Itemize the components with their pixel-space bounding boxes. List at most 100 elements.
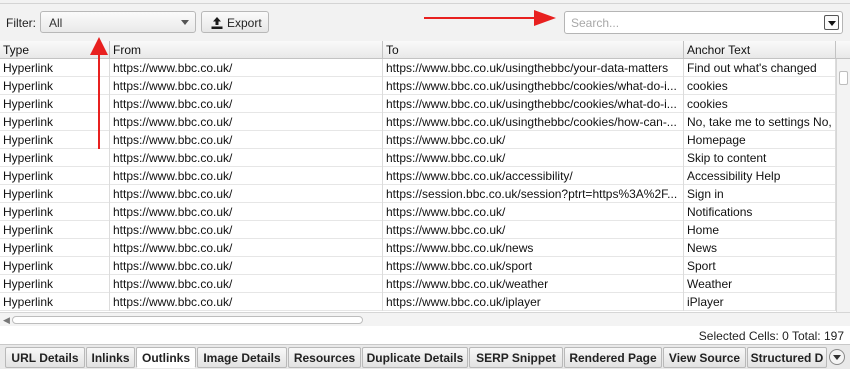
cell-anchor-text[interactable]: Notifications (684, 203, 836, 221)
column-header-anchor-text[interactable]: Anchor Text (684, 41, 836, 59)
table-row[interactable]: Hyperlink https://www.bbc.co.uk/https://w… (0, 77, 836, 95)
export-button[interactable]: Export (201, 11, 269, 33)
tab-outlinks[interactable]: Outlinks (136, 347, 196, 368)
table-row[interactable]: Hyperlink https://www.bbc.co.uk/https://w… (0, 275, 836, 293)
search-box[interactable] (564, 11, 843, 34)
table-row[interactable]: Hyperlink https://www.bbc.co.uk/https://w… (0, 221, 836, 239)
tab-serp-snippet[interactable]: SERP Snippet (469, 347, 563, 368)
cell-anchor-text[interactable]: News (684, 239, 836, 257)
cell-anchor-text[interactable]: cookies (684, 95, 836, 113)
tab-duplicate-details[interactable]: Duplicate Details (362, 347, 468, 368)
table-row[interactable]: Hyperlink https://www.bbc.co.uk/https://w… (0, 95, 836, 113)
table-row[interactable]: Hyperlink https://www.bbc.co.uk/https://w… (0, 113, 836, 131)
tab-inlinks[interactable]: Inlinks (86, 347, 135, 368)
cell-type[interactable]: Hyperlink (0, 257, 110, 275)
cell-anchor-text[interactable]: Home (684, 221, 836, 239)
cell-to[interactable]: https://www.bbc.co.uk/ (383, 203, 684, 221)
table-row[interactable]: Hyperlink https://www.bbc.co.uk/https://w… (0, 203, 836, 221)
cell-from[interactable]: https://www.bbc.co.uk/ (110, 293, 383, 311)
tab-structured-d[interactable]: Structured D (747, 347, 827, 368)
table-row[interactable]: Hyperlink https://www.bbc.co.uk/https://w… (0, 131, 836, 149)
vertical-scrollbar[interactable] (836, 59, 850, 312)
cell-from[interactable]: https://www.bbc.co.uk/ (110, 203, 383, 221)
outlinks-table: Type From To Anchor Text Hyperlink https:… (0, 41, 850, 312)
cell-anchor-text[interactable]: iPlayer (684, 293, 836, 311)
cell-anchor-text[interactable]: Weather (684, 275, 836, 293)
search-input[interactable] (571, 15, 821, 31)
cell-to[interactable]: https://www.bbc.co.uk/ (383, 149, 684, 167)
horizontal-scrollbar-thumb[interactable] (12, 316, 363, 324)
cell-from[interactable]: https://www.bbc.co.uk/ (110, 59, 383, 77)
cell-to[interactable]: https://www.bbc.co.uk/usingthebbc/cookie… (383, 113, 684, 131)
cell-to[interactable]: https://www.bbc.co.uk/usingthebbc/cookie… (383, 77, 684, 95)
cell-to[interactable]: https://www.bbc.co.uk/sport (383, 257, 684, 275)
table-row[interactable]: Hyperlink https://www.bbc.co.uk/https://w… (0, 257, 836, 275)
cell-anchor-text[interactable]: Homepage (684, 131, 836, 149)
cell-to[interactable]: https://www.bbc.co.uk/usingthebbc/cookie… (383, 95, 684, 113)
scroll-left-icon[interactable]: ◀ (3, 315, 10, 326)
annotation-arrow-up-icon (90, 37, 108, 149)
upload-icon (211, 17, 223, 29)
cell-to[interactable]: https://session.bbc.co.uk/session?ptrt=h… (383, 185, 684, 203)
cell-anchor-text[interactable]: Sign in (684, 185, 836, 203)
table-row[interactable]: Hyperlink https://www.bbc.co.uk/https://w… (0, 167, 836, 185)
search-dropdown-button[interactable] (824, 15, 839, 30)
cell-type[interactable]: Hyperlink (0, 293, 110, 311)
cell-type[interactable]: Hyperlink (0, 275, 110, 293)
cell-from[interactable]: https://www.bbc.co.uk/ (110, 239, 383, 257)
tab-view-source[interactable]: View Source (663, 347, 746, 368)
tab-rendered-page[interactable]: Rendered Page (564, 347, 662, 368)
filter-dropdown-value: All (49, 16, 63, 30)
cell-to[interactable]: https://www.bbc.co.uk/ (383, 131, 684, 149)
cell-type[interactable]: Hyperlink (0, 167, 110, 185)
tab-overflow-chevron-down-icon[interactable] (829, 349, 845, 365)
cell-from[interactable]: https://www.bbc.co.uk/ (110, 275, 383, 293)
table-row[interactable]: Hyperlink https://www.bbc.co.uk/https://w… (0, 293, 836, 311)
cell-anchor-text[interactable]: No, take me to settings No, t (684, 113, 836, 131)
cell-type[interactable]: Hyperlink (0, 239, 110, 257)
cell-to[interactable]: https://www.bbc.co.uk/accessibility/ (383, 167, 684, 185)
cell-to[interactable]: https://www.bbc.co.uk/ (383, 221, 684, 239)
vertical-scrollbar-thumb[interactable] (839, 71, 848, 85)
table-row[interactable]: Hyperlink https://www.bbc.co.uk/https://w… (0, 239, 836, 257)
cell-type[interactable]: Hyperlink (0, 203, 110, 221)
tab-resources[interactable]: Resources (288, 347, 361, 368)
cell-from[interactable]: https://www.bbc.co.uk/ (110, 221, 383, 239)
cell-anchor-text[interactable]: Accessibility Help (684, 167, 836, 185)
cell-anchor-text[interactable]: Skip to content (684, 149, 836, 167)
tab-url-details[interactable]: URL Details (5, 347, 85, 368)
cell-from[interactable]: https://www.bbc.co.uk/ (110, 185, 383, 203)
table-row[interactable]: Hyperlink https://www.bbc.co.uk/https://w… (0, 149, 836, 167)
cell-from[interactable]: https://www.bbc.co.uk/ (110, 95, 383, 113)
selection-status: Selected Cells: 0 Total: 197 (698, 329, 844, 343)
column-header-to[interactable]: To (383, 41, 684, 59)
cell-anchor-text[interactable]: Sport (684, 257, 836, 275)
cell-type[interactable]: Hyperlink (0, 185, 110, 203)
horizontal-scrollbar[interactable]: ◀ (0, 312, 850, 326)
table-row[interactable]: Hyperlink https://www.bbc.co.uk/https://w… (0, 59, 836, 77)
table-row[interactable]: Hyperlink https://www.bbc.co.uk/https://s… (0, 185, 836, 203)
annotation-arrow-right-icon (424, 10, 556, 26)
column-header-from[interactable]: From (110, 41, 383, 59)
cell-from[interactable]: https://www.bbc.co.uk/ (110, 257, 383, 275)
status-bar: Selected Cells: 0 Total: 197 (0, 326, 850, 344)
cell-to[interactable]: https://www.bbc.co.uk/news (383, 239, 684, 257)
cell-from[interactable]: https://www.bbc.co.uk/ (110, 113, 383, 131)
filter-label: Filter: (6, 16, 36, 30)
cell-anchor-text[interactable]: Find out what's changed (684, 59, 836, 77)
cell-type[interactable]: Hyperlink (0, 221, 110, 239)
cell-type[interactable]: Hyperlink (0, 149, 110, 167)
cell-from[interactable]: https://www.bbc.co.uk/ (110, 77, 383, 95)
cell-to[interactable]: https://www.bbc.co.uk/iplayer (383, 293, 684, 311)
cell-from[interactable]: https://www.bbc.co.uk/ (110, 167, 383, 185)
cell-to[interactable]: https://www.bbc.co.uk/usingthebbc/your-d… (383, 59, 684, 77)
cell-to[interactable]: https://www.bbc.co.uk/weather (383, 275, 684, 293)
filter-dropdown[interactable]: All (40, 11, 196, 33)
table-header: Type From To Anchor Text (0, 41, 836, 59)
export-button-label: Export (227, 16, 262, 30)
cell-anchor-text[interactable]: cookies (684, 77, 836, 95)
cell-from[interactable]: https://www.bbc.co.uk/ (110, 149, 383, 167)
cell-from[interactable]: https://www.bbc.co.uk/ (110, 131, 383, 149)
bottom-tab-bar: URL Details Inlinks Outlinks Image Details R… (0, 344, 850, 369)
tab-image-details[interactable]: Image Details (197, 347, 287, 368)
